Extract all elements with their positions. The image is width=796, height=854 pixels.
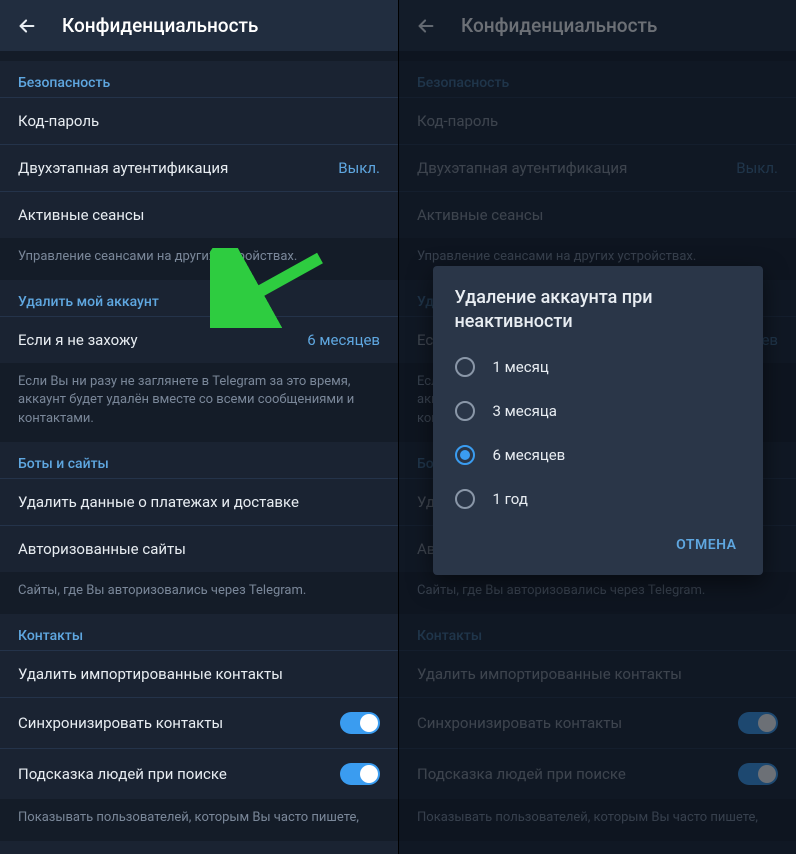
- if-away-label: Если я не захожу: [18, 331, 138, 349]
- suggest-label: Подсказка людей при поиске: [18, 765, 227, 783]
- contacts-footer: Показывать пользователей, которым Вы час…: [0, 799, 398, 841]
- section-contacts-header: Контакты: [0, 614, 398, 650]
- delete-payment-label: Удалить данные о платежах и доставке: [18, 493, 299, 511]
- content: Безопасность Код-пароль Двухэтапная ауте…: [0, 51, 398, 854]
- bots-footer: Сайты, где Вы авторизовались через Teleg…: [0, 572, 398, 614]
- radio-icon: [455, 401, 475, 421]
- radio-icon: [455, 357, 475, 377]
- radio-icon: [455, 445, 475, 465]
- sync-label: Синхронизировать контакты: [18, 714, 223, 732]
- row-sync-contacts[interactable]: Синхронизировать контакты: [0, 697, 398, 748]
- radio-option[interactable]: 3 месяца: [433, 389, 763, 433]
- row-suggest-people[interactable]: Подсказка людей при поиске: [0, 748, 398, 799]
- passcode-label: Код-пароль: [18, 112, 99, 130]
- header: Конфиденциальность: [0, 0, 398, 51]
- privacy-screen-left: Конфиденциальность Безопасность Код-паро…: [0, 0, 398, 854]
- radio-icon: [455, 489, 475, 509]
- section-delete-header: Удалить мой аккаунт: [0, 280, 398, 316]
- row-active-sessions[interactable]: Активные сеансы: [0, 191, 398, 238]
- modal-overlay[interactable]: Удаление аккаунта при неактивности 1 мес…: [399, 0, 796, 854]
- section-security-header: Безопасность: [0, 61, 398, 97]
- row-delete-payment[interactable]: Удалить данные о платежах и доставке: [0, 478, 398, 525]
- radio-label: 1 месяц: [493, 358, 549, 376]
- radio-option[interactable]: 1 месяц: [433, 345, 763, 389]
- delete-imported-label: Удалить импортированные контакты: [18, 665, 283, 683]
- radio-label: 1 год: [493, 490, 528, 508]
- row-passcode[interactable]: Код-пароль: [0, 97, 398, 144]
- section-bots-header: Боты и сайты: [0, 442, 398, 478]
- toggle-sync[interactable]: [340, 712, 380, 734]
- toggle-suggest[interactable]: [340, 763, 380, 785]
- radio-option[interactable]: 6 месяцев: [433, 433, 763, 477]
- delete-inactive-dialog: Удаление аккаунта при неактивности 1 мес…: [433, 266, 763, 575]
- back-icon[interactable]: [16, 15, 38, 37]
- if-away-value: 6 месяцев: [307, 331, 380, 349]
- radio-option[interactable]: 1 год: [433, 477, 763, 521]
- radio-label: 3 месяца: [493, 402, 557, 420]
- active-sessions-label: Активные сеансы: [18, 206, 144, 224]
- row-if-away[interactable]: Если я не захожу 6 месяцев: [0, 316, 398, 363]
- cancel-button[interactable]: ОТМЕНА: [664, 529, 748, 561]
- row-authorized-sites[interactable]: Авторизованные сайты: [0, 525, 398, 572]
- privacy-screen-right: Конфиденциальность Безопасность Код-паро…: [398, 0, 796, 854]
- row-delete-imported[interactable]: Удалить импортированные контакты: [0, 650, 398, 697]
- two-step-label: Двухэтапная аутентификация: [18, 159, 228, 177]
- authorized-sites-label: Авторизованные сайты: [18, 540, 186, 558]
- two-step-value: Выкл.: [338, 159, 380, 177]
- dialog-title: Удаление аккаунта при неактивности: [433, 286, 763, 345]
- radio-label: 6 месяцев: [493, 446, 566, 464]
- row-two-step[interactable]: Двухэтапная аутентификация Выкл.: [0, 144, 398, 191]
- page-title: Конфиденциальность: [62, 14, 258, 37]
- security-footer: Управление сеансами на других устройства…: [0, 238, 398, 280]
- delete-footer: Если Вы ни разу не заглянете в Telegram …: [0, 363, 398, 442]
